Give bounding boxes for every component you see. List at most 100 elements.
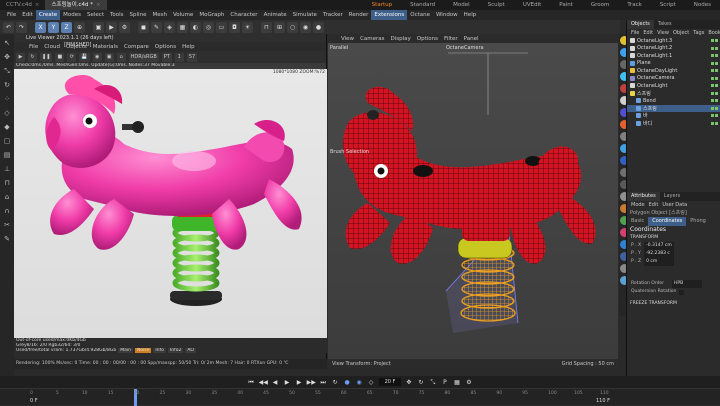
menu-select[interactable]: Select: [84, 10, 107, 20]
edges-mode-icon[interactable]: ◇: [2, 108, 12, 118]
menu-spline[interactable]: Spline: [127, 10, 150, 20]
workplane-icon[interactable]: ⊞: [274, 21, 285, 33]
pen-icon[interactable]: ✎: [151, 21, 162, 33]
object-visibility-icon[interactable]: [711, 106, 718, 110]
object-row[interactable]: OctaneLight.3: [627, 37, 720, 45]
object-row[interactable]: OctaneCamera: [627, 75, 720, 83]
viewport-menu-cameras[interactable]: Cameras: [357, 36, 387, 42]
layout-tab-sculpt[interactable]: Sculpt: [479, 0, 514, 10]
transform-group[interactable]: TRANSFORM: [627, 234, 720, 242]
next-frame-icon[interactable]: ▶: [295, 378, 304, 387]
rotate-icon[interactable]: ↻: [2, 80, 12, 90]
mode-select[interactable]: HDR/sRGB: [128, 52, 159, 62]
loop-icon[interactable]: ↻: [331, 378, 340, 387]
axis-y-button[interactable]: Y: [48, 21, 59, 33]
field-value[interactable]: 0 cm: [644, 258, 675, 266]
menu-volume[interactable]: Volume: [170, 10, 196, 20]
save-image-icon[interactable]: 💾: [79, 52, 90, 62]
render-icon[interactable]: ▶: [106, 21, 117, 33]
attr-menu-item[interactable]: Mode: [629, 201, 647, 209]
key-scale-icon[interactable]: ⤡: [428, 378, 437, 387]
layout-tab-track[interactable]: Track: [618, 0, 650, 10]
camera-icon[interactable]: ◘: [229, 21, 240, 33]
menu-window[interactable]: Window: [433, 10, 461, 20]
menu-octane[interactable]: Octane: [407, 10, 433, 20]
object-row[interactable]: OctaneLight.1: [627, 52, 720, 60]
octane-material-icon[interactable]: ●: [313, 21, 324, 33]
go-to-end-icon[interactable]: ⏭: [319, 378, 328, 387]
snap-toggle-icon[interactable]: ⊓: [2, 178, 12, 188]
start-render-icon[interactable]: ▶: [16, 52, 25, 62]
layout-tab-paint[interactable]: Paint: [550, 0, 582, 10]
pick-material-icon[interactable]: ◉: [92, 52, 102, 62]
object-row[interactable]: 스프링: [627, 104, 720, 112]
object-visibility-icon[interactable]: [711, 121, 718, 125]
layout-tab-groom[interactable]: Groom: [582, 0, 619, 10]
close-icon[interactable]: ×: [35, 2, 40, 8]
floor-icon[interactable]: ▭: [216, 21, 227, 33]
object-visibility-icon[interactable]: [711, 39, 718, 43]
object-row[interactable]: OctaneLight: [627, 82, 720, 90]
field-icon[interactable]: ◎: [203, 21, 214, 33]
prev-frame-icon[interactable]: ◀: [271, 378, 280, 387]
field-value[interactable]: -92.2383 c: [643, 250, 674, 258]
viewport-menu-panel[interactable]: Panel: [461, 36, 482, 42]
object-row[interactable]: OctaneDayLight: [627, 67, 720, 75]
menu-modes[interactable]: Modes: [60, 10, 84, 20]
subdivision-icon[interactable]: ◈: [164, 21, 175, 33]
object-visibility-icon[interactable]: [711, 46, 718, 50]
texture-mode-icon[interactable]: ▤: [2, 150, 12, 160]
object-visibility-icon[interactable]: [711, 84, 718, 88]
render-pass-tag[interactable]: Noise: [134, 348, 152, 353]
menu-animate[interactable]: Animate: [261, 10, 290, 20]
attr-tab-layers[interactable]: Layers: [660, 192, 685, 201]
pause-render-icon[interactable]: ❚❚: [40, 52, 53, 62]
object-menu-bookmarks[interactable]: Bookmarks: [706, 29, 720, 37]
object-row[interactable]: 스프링: [627, 90, 720, 98]
timeline-settings-icon[interactable]: ⚙: [464, 378, 473, 387]
next-key-icon[interactable]: ▶▶: [307, 378, 316, 387]
keyframe-selection-icon[interactable]: ◇: [367, 378, 376, 387]
prev-key-icon[interactable]: ◀◀: [259, 378, 268, 387]
layout-tab-model[interactable]: Model: [444, 0, 479, 10]
kernel-select[interactable]: PT: [161, 52, 172, 62]
viewport-menu-filter[interactable]: Filter: [441, 36, 461, 42]
go-to-start-icon[interactable]: ⏮: [247, 378, 256, 387]
stop-render-icon[interactable]: ■: [55, 52, 65, 62]
live-viewer-menu-cloud[interactable]: Cloud: [41, 44, 63, 50]
send-scene-icon[interactable]: ⟳: [67, 52, 77, 62]
doc-tab-cctv[interactable]: CCTV.c4d ×: [0, 0, 45, 10]
freeze-transform-group[interactable]: FREEZE TRANSFORM: [627, 300, 720, 308]
octane-live-icon[interactable]: ◉: [300, 21, 311, 33]
layout-tab-uvedit[interactable]: UVEdit: [514, 0, 550, 10]
rotation-order-select[interactable]: HPB: [672, 280, 703, 288]
live-viewer-menu-compare[interactable]: Compare: [121, 44, 152, 50]
tab-objects[interactable]: Objects: [627, 20, 654, 29]
key-pla-icon[interactable]: ▦: [452, 378, 461, 387]
render-pass-tag[interactable]: Main: [118, 348, 133, 353]
live-viewer-menu-help[interactable]: Help: [179, 44, 198, 50]
menu-help[interactable]: Help: [461, 10, 480, 20]
move-icon[interactable]: ✥: [2, 52, 12, 62]
live-viewer-menu-materials[interactable]: Materials: [90, 44, 121, 50]
lock-resolution-icon[interactable]: ⌂: [116, 52, 126, 62]
axis-x-button[interactable]: X: [35, 21, 46, 33]
object-visibility-icon[interactable]: [711, 69, 718, 73]
menu-file[interactable]: File: [4, 10, 19, 20]
sub-tab-basic[interactable]: Basic: [627, 217, 648, 226]
snap-icon[interactable]: ⊓: [261, 21, 272, 33]
viewport-canvas[interactable]: Parallel OctaneCamera Brush Selection: [328, 43, 618, 359]
viewport-menu-options[interactable]: Options: [414, 36, 441, 42]
render-pass-tag[interactable]: Info2: [167, 348, 184, 353]
redo-icon[interactable]: ↷: [16, 21, 27, 33]
live-viewer-menu-options[interactable]: Options: [152, 44, 179, 50]
menu-simulate[interactable]: Simulate: [290, 10, 320, 20]
key-rotation-icon[interactable]: ↻: [416, 378, 425, 387]
object-visibility-icon[interactable]: [711, 76, 718, 80]
key-param-icon[interactable]: P: [440, 378, 449, 387]
render-settings-icon[interactable]: ⚙: [119, 21, 130, 33]
light-icon[interactable]: ☀: [242, 21, 253, 33]
pt-value-field[interactable]: 1: [174, 52, 184, 62]
model-mode-icon[interactable]: ▢: [2, 136, 12, 146]
coordinate-system-icon[interactable]: ⊕: [74, 21, 85, 33]
